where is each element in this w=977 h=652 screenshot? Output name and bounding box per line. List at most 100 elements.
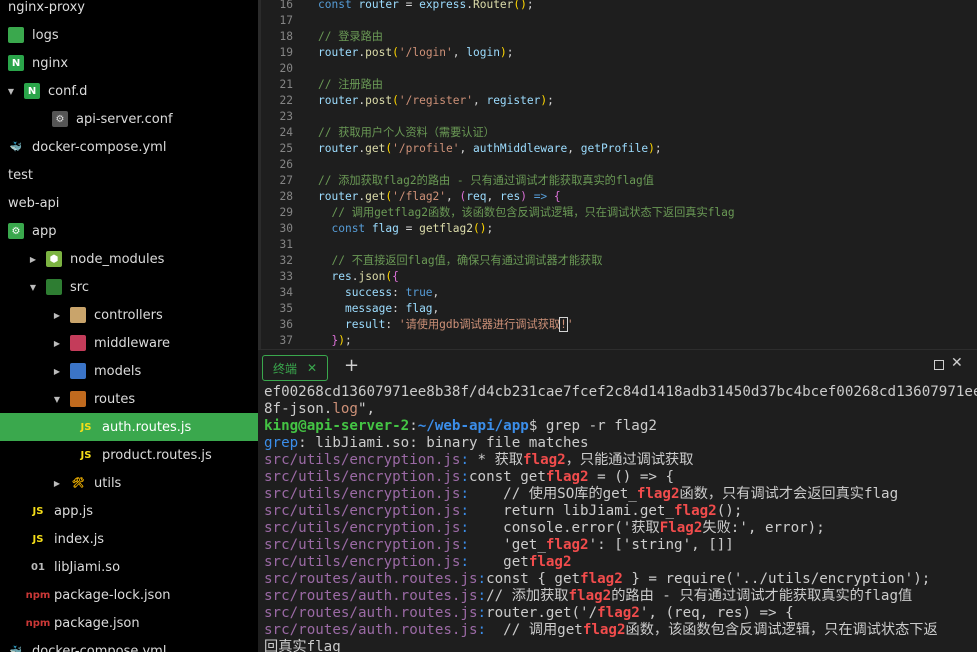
maximize-panel-icon[interactable]: [934, 360, 944, 370]
code-text: // 调用getflag2函数，该函数包含反调试逻辑，只在调试状态下返回真实fl…: [331, 206, 735, 219]
code-line[interactable]: 25 router.get('/profile', authMiddleware,…: [261, 141, 861, 157]
code-line[interactable]: 37 });: [261, 333, 861, 349]
nginx-icon: N: [8, 55, 24, 71]
sidebar-item-utils[interactable]: ▶ 🛠 utils: [0, 469, 258, 497]
code-line[interactable]: 27 // 添加获取flag2的路由 - 只有通过调试才能获取真实的flag值: [261, 173, 861, 189]
sidebar-item-package-lock-json[interactable]: npm package-lock.json: [0, 581, 258, 609]
line-number: 25: [279, 142, 293, 155]
sidebar-item-label: test: [8, 167, 33, 183]
code-line[interactable]: 22 router.post('/register', register);: [261, 93, 861, 109]
code-line[interactable]: 36 result: '请使用gdb调试器进行调试获取!': [261, 317, 861, 333]
chevron-right-icon[interactable]: ▶: [52, 339, 62, 348]
code-line[interactable]: 26: [261, 157, 861, 173]
sidebar-item-app[interactable]: ⚙ app: [0, 217, 258, 245]
terminal-line: src/utils/encryption.js: getflag2: [264, 554, 572, 570]
sidebar-item-label: index.js: [54, 531, 105, 547]
tab-terminal[interactable]: 终端 ✕: [262, 355, 328, 381]
folder-green-icon: [8, 27, 24, 43]
code-line[interactable]: 24 // 获取用户个人资料（需要认证）: [261, 125, 861, 141]
close-panel-icon[interactable]: ✕: [951, 355, 963, 371]
sidebar-item-controllers[interactable]: ▶ controllers: [0, 301, 258, 329]
sidebar-item-label: models: [94, 363, 142, 379]
js-icon: JS: [80, 421, 92, 433]
controllers-folder-icon: [70, 307, 86, 323]
sidebar-item-nginx[interactable]: Nnginx: [0, 49, 258, 77]
models-folder-icon: [70, 363, 86, 379]
chevron-right-icon[interactable]: ▶: [52, 367, 62, 376]
code-line[interactable]: 31: [261, 237, 861, 253]
line-number: 26: [279, 158, 293, 171]
code-text: });: [331, 334, 352, 347]
code-editor[interactable]: 16 const router = express.Router(); 17 18 //…: [261, 0, 977, 349]
code-text: // 登录路由: [318, 30, 383, 43]
chevron-right-icon[interactable]: ▶: [52, 311, 62, 320]
sidebar-item-label: controllers: [94, 307, 163, 323]
sidebar-item-middleware[interactable]: ▶ middleware: [0, 329, 258, 357]
code-line[interactable]: 18 // 登录路由: [261, 29, 861, 45]
code-line[interactable]: 33 res.json({: [261, 269, 861, 285]
terminal-line: src/utils/encryption.js: return libJiami…: [264, 503, 743, 519]
sidebar-item-conf-d[interactable]: ▼ Nconf.d: [0, 77, 258, 105]
utils-folder-icon: 🛠: [71, 477, 85, 489]
sidebar-item-label: nginx: [32, 55, 69, 71]
docker-icon: 🐳: [9, 141, 23, 153]
sidebar-item-auth-routes-js[interactable]: JS auth.routes.js: [0, 413, 258, 441]
line-number: 31: [279, 238, 293, 251]
code-line[interactable]: 17: [261, 13, 861, 29]
code-line[interactable]: 35 message: flag,: [261, 301, 861, 317]
line-number: 23: [279, 110, 293, 123]
sidebar-item-product-routes-js[interactable]: JS product.routes.js: [0, 441, 258, 469]
sidebar-item-test[interactable]: test: [0, 161, 258, 189]
sidebar-item-nginx-proxy[interactable]: nginx-proxy: [0, 0, 258, 21]
line-number: 16: [279, 0, 293, 11]
terminal-line: 回真实flag: [264, 639, 341, 652]
code-line[interactable]: 20: [261, 61, 861, 77]
chevron-right-icon[interactable]: ▶: [52, 479, 62, 488]
sidebar-item-label: app.js: [54, 503, 93, 519]
code-text: const router = express.Router();: [318, 0, 534, 11]
code-line[interactable]: 29 // 调用getflag2函数，该函数包含反调试逻辑，只在调试状态下返回真…: [261, 205, 861, 221]
sidebar-item-docker-compose-yml[interactable]: 🐳 docker-compose.yml: [0, 133, 258, 161]
line-number: 22: [279, 94, 293, 107]
sidebar-item-label: product.routes.js: [102, 447, 212, 463]
code-line[interactable]: 19 router.post('/login', login);: [261, 45, 861, 61]
terminal-line: src/utils/encryption.js:const getflag2 =…: [264, 469, 675, 485]
code-line[interactable]: 28 router.get('/flag2', (req, res) => {: [261, 189, 861, 205]
middleware-folder-icon: [70, 335, 86, 351]
sidebar-item-libjiami-so[interactable]: 01 libJiami.so: [0, 553, 258, 581]
close-tab-icon[interactable]: ✕: [307, 361, 317, 375]
sidebar-item-app-js[interactable]: JS app.js: [0, 497, 258, 525]
line-number: 27: [279, 174, 293, 187]
code-line[interactable]: 34 success: true,: [261, 285, 861, 301]
sidebar-item-src[interactable]: ▼ src: [0, 273, 258, 301]
sidebar-item-models[interactable]: ▶ models: [0, 357, 258, 385]
chevron-down-icon[interactable]: ▼: [6, 87, 16, 96]
chevron-down-icon[interactable]: ▼: [28, 283, 38, 292]
sidebar-item-api-server-conf[interactable]: ⚙ api-server.conf: [0, 105, 258, 133]
code-line[interactable]: 21 // 注册路由: [261, 77, 861, 93]
add-terminal-button[interactable]: +: [344, 356, 359, 376]
chevron-right-icon[interactable]: ▶: [28, 255, 38, 264]
sidebar-item-label: node_modules: [70, 251, 165, 267]
sidebar-item-routes[interactable]: ▼ routes: [0, 385, 258, 413]
sidebar-item-docker-compose-yml[interactable]: 🐳 docker-compose.yml: [0, 637, 258, 652]
line-number: 20: [279, 62, 293, 75]
sidebar-item-node-modules[interactable]: ▶ ⬢ node_modules: [0, 245, 258, 273]
code-line[interactable]: 16 const router = express.Router();: [261, 0, 861, 13]
chevron-down-icon[interactable]: ▼: [52, 395, 62, 404]
terminal-line: src/utils/encryption.js: 'get_flag2': ['…: [264, 537, 734, 553]
sidebar-item-label: src: [70, 279, 89, 295]
terminal-line: king@api-server-2:~/web-api/app$ grep -r…: [264, 418, 657, 434]
sidebar-item-logs[interactable]: logs: [0, 21, 258, 49]
sidebar-item-package-json[interactable]: npm package.json: [0, 609, 258, 637]
code-text: // 不直接返回flag值，确保只有通过调试器才能获取: [331, 254, 603, 267]
tab-terminal-label: 终端: [272, 361, 297, 376]
sidebar-item-label: docker-compose.yml: [32, 643, 167, 652]
code-line[interactable]: 32 // 不直接返回flag值，确保只有通过调试器才能获取: [261, 253, 861, 269]
terminal-output[interactable]: ef00268cd13607971ee8b38f/d4cb231cae7fcef…: [258, 382, 977, 652]
sidebar-item-web-api[interactable]: web-api: [0, 189, 258, 217]
code-line[interactable]: 30 const flag = getflag2();: [261, 221, 861, 237]
gear-icon: ⚙: [52, 111, 68, 127]
code-line[interactable]: 23: [261, 109, 861, 125]
sidebar-item-index-js[interactable]: JS index.js: [0, 525, 258, 553]
